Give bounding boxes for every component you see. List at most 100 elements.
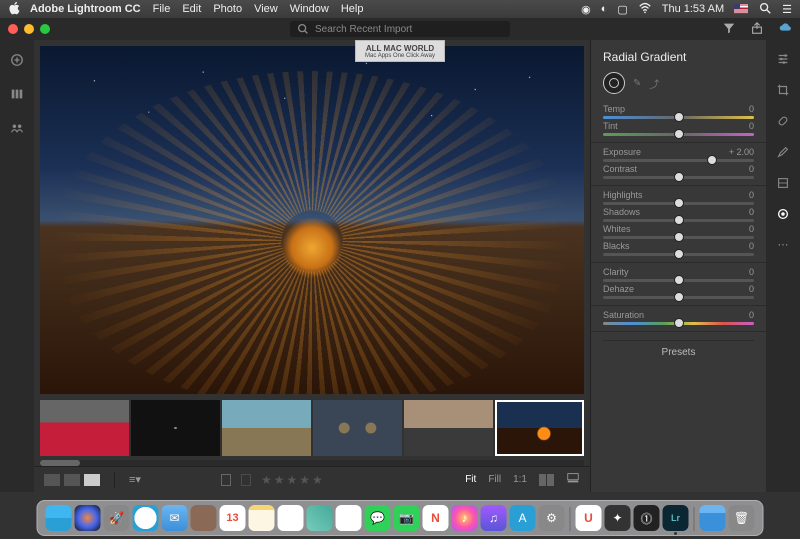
zoom-fill[interactable]: Fill xyxy=(488,474,501,485)
window-zoom-button[interactable] xyxy=(40,24,50,34)
menu-window[interactable]: Window xyxy=(290,3,329,15)
view-single[interactable] xyxy=(84,474,100,486)
window-minimize-button[interactable] xyxy=(24,24,34,34)
my-photos-icon[interactable] xyxy=(9,86,25,102)
dock-news[interactable]: N xyxy=(423,505,449,531)
wifi-icon[interactable] xyxy=(638,1,652,18)
dock-calendar[interactable]: 13 xyxy=(220,505,246,531)
photo-canvas[interactable] xyxy=(40,46,584,394)
add-photos-button[interactable] xyxy=(9,52,25,68)
thumb-1[interactable] xyxy=(131,400,220,456)
thumb-3[interactable] xyxy=(313,400,402,456)
slider-dehaze[interactable]: Dehaze0 xyxy=(603,284,754,299)
dock-contacts[interactable] xyxy=(191,505,217,531)
zoom-1-1[interactable]: 1:1 xyxy=(513,474,527,485)
toggle-filmstrip-icon[interactable] xyxy=(566,471,580,488)
slider-shadows[interactable]: Shadows0 xyxy=(603,207,754,222)
input-source-flag[interactable] xyxy=(734,4,748,14)
slider-value: 0 xyxy=(749,310,754,320)
dock-messages[interactable]: 💬 xyxy=(365,505,391,531)
menu-photo[interactable]: Photo xyxy=(213,3,242,15)
share-icon[interactable] xyxy=(750,21,764,38)
slider-highlights[interactable]: Highlights0 xyxy=(603,190,754,205)
view-grid-large[interactable] xyxy=(44,474,60,486)
airplay-icon[interactable]: ▢ xyxy=(617,3,627,16)
filter-icon[interactable] xyxy=(722,21,736,38)
compare-view-icon[interactable] xyxy=(539,474,554,486)
crop-icon[interactable] xyxy=(776,83,790,100)
dock-notes[interactable] xyxy=(249,505,275,531)
flag-picked-icon[interactable] xyxy=(221,474,231,486)
slider-temp[interactable]: Temp0 xyxy=(603,104,754,119)
apple-menu[interactable] xyxy=(8,1,20,18)
dock-facetime[interactable]: 📷 xyxy=(394,505,420,531)
spotlight-icon[interactable] xyxy=(758,1,772,18)
thumb-5[interactable] xyxy=(495,400,584,456)
menu-view[interactable]: View xyxy=(254,3,278,15)
brush-mask-icon[interactable]: ✎ xyxy=(633,78,641,89)
new-radial-mask-button[interactable] xyxy=(603,72,625,94)
dock-lightroom[interactable]: Lr xyxy=(663,505,689,531)
slider-label: Whites xyxy=(603,224,631,234)
edit-panel: Radial Gradient ✎ ⤴ Temp0Tint0Exposure+ … xyxy=(590,40,766,492)
slider-value: 0 xyxy=(749,267,754,277)
slider-clarity[interactable]: Clarity0 xyxy=(603,267,754,282)
linear-gradient-icon[interactable] xyxy=(776,176,790,193)
slider-tint[interactable]: Tint0 xyxy=(603,121,754,136)
thumb-2[interactable] xyxy=(222,400,311,456)
dock-itunes[interactable]: ♪ xyxy=(452,505,478,531)
dock-safari[interactable] xyxy=(133,505,159,531)
dock-trash[interactable]: 🗑 xyxy=(729,505,755,531)
dock-reminders[interactable] xyxy=(278,505,304,531)
dock-maps[interactable] xyxy=(307,505,333,531)
brush-icon[interactable] xyxy=(776,145,790,162)
zoom-fit[interactable]: Fit xyxy=(465,474,476,485)
notification-center-icon[interactable]: ☰ xyxy=(782,3,792,16)
view-grid-small[interactable] xyxy=(64,474,80,486)
slider-label: Tint xyxy=(603,121,618,131)
dock-music[interactable]: ♫ xyxy=(481,505,507,531)
thumb-4[interactable] xyxy=(404,400,493,456)
dock-launchpad[interactable]: 🚀 xyxy=(104,505,130,531)
menu-app-name[interactable]: Adobe Lightroom CC xyxy=(30,3,141,15)
heal-icon[interactable] xyxy=(776,114,790,131)
dock-downloads-folder[interactable] xyxy=(700,505,726,531)
slider-saturation[interactable]: Saturation0 xyxy=(603,310,754,325)
thumb-0[interactable] xyxy=(40,400,129,456)
rating-stars[interactable]: ★★★★★ xyxy=(261,473,325,487)
dock-app-u[interactable]: U xyxy=(576,505,602,531)
sort-button[interactable]: ≡▾ xyxy=(129,473,141,486)
slider-exposure[interactable]: Exposure+ 2.00 xyxy=(603,147,754,162)
dock-system-preferences[interactable]: ⚙ xyxy=(539,505,565,531)
slider-value: 0 xyxy=(749,190,754,200)
flag-rejected-icon[interactable] xyxy=(241,474,251,486)
menubar-clock[interactable]: Thu 1:53 AM xyxy=(662,3,724,15)
slider-value: 0 xyxy=(749,284,754,294)
right-toolbar: ⋯ xyxy=(766,40,800,492)
do-not-disturb-icon[interactable]: ◐ xyxy=(601,3,608,15)
radial-gradient-icon[interactable] xyxy=(776,207,790,224)
slider-value: 0 xyxy=(749,207,754,217)
slider-whites[interactable]: Whites0 xyxy=(603,224,754,239)
presets-button[interactable]: Presets xyxy=(603,340,754,364)
edit-sliders-icon[interactable] xyxy=(776,52,790,69)
menu-help[interactable]: Help xyxy=(341,3,364,15)
dock-appstore[interactable]: A xyxy=(510,505,536,531)
menu-file[interactable]: File xyxy=(153,3,171,15)
invert-mask-icon[interactable]: ⤴ xyxy=(649,76,659,91)
menu-edit[interactable]: Edit xyxy=(182,3,201,15)
creative-cloud-icon[interactable]: ◉ xyxy=(581,3,591,16)
window-close-button[interactable] xyxy=(8,24,18,34)
slider-contrast[interactable]: Contrast0 xyxy=(603,164,754,179)
slider-blacks[interactable]: Blacks0 xyxy=(603,241,754,256)
search-input[interactable]: Search Recent Import xyxy=(290,21,510,37)
sharing-icon[interactable] xyxy=(9,120,25,136)
dock-siri[interactable] xyxy=(75,505,101,531)
dock-1password[interactable]: ⓵ xyxy=(634,505,660,531)
more-icon[interactable]: ⋯ xyxy=(778,238,789,251)
dock-final-cut-pro[interactable]: ✦ xyxy=(605,505,631,531)
dock-mail[interactable]: ✉ xyxy=(162,505,188,531)
dock-finder[interactable] xyxy=(46,505,72,531)
cloud-sync-icon[interactable] xyxy=(778,21,792,38)
dock-photos[interactable]: ✿ xyxy=(336,505,362,531)
